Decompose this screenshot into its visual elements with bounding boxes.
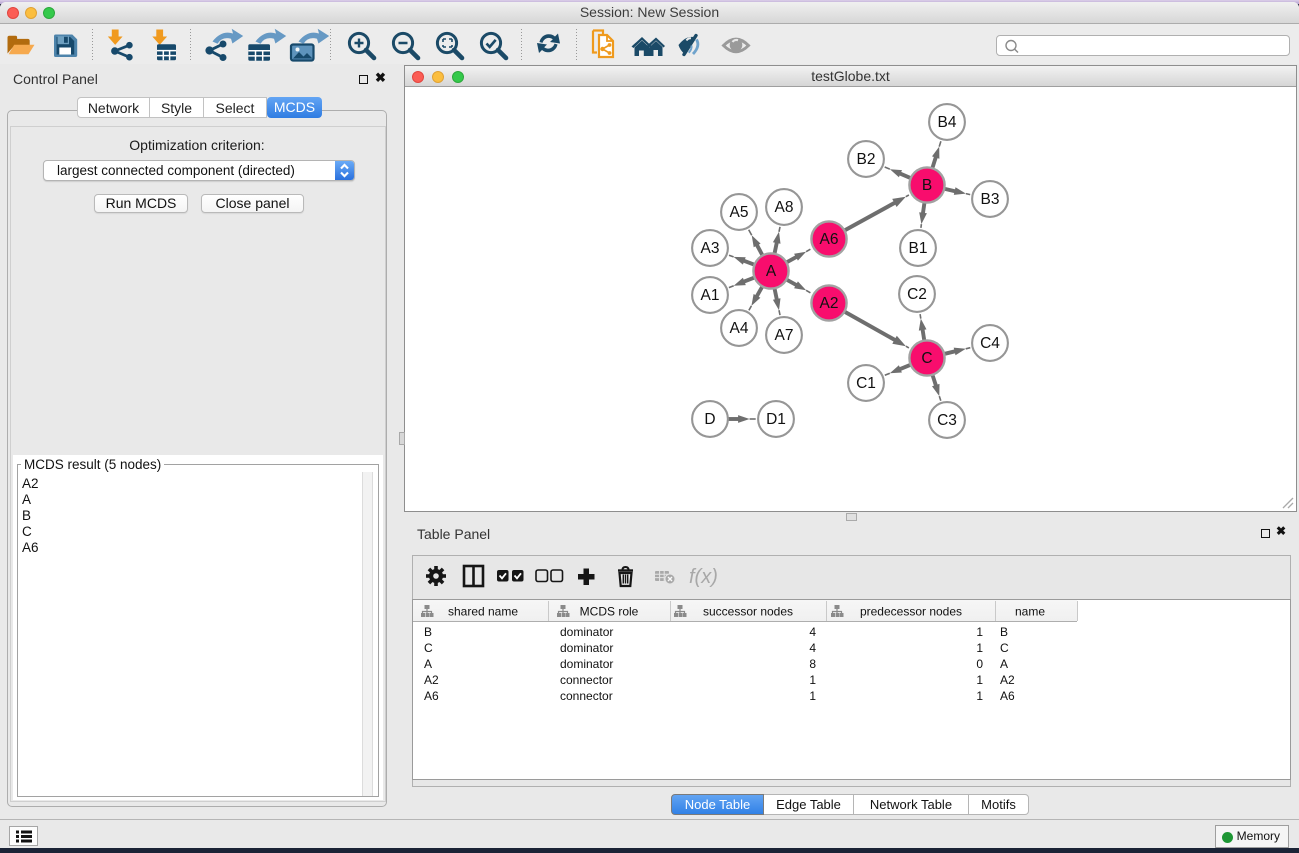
svg-text:A8: A8 xyxy=(775,199,794,216)
svg-text:successor nodes: successor nodes xyxy=(703,605,793,619)
svg-text:C: C xyxy=(921,350,932,367)
svg-text:A4: A4 xyxy=(730,320,749,337)
svg-text:A: A xyxy=(766,263,777,280)
svg-text:D: D xyxy=(704,411,715,428)
svg-text:B4: B4 xyxy=(938,114,957,131)
svg-text:A6: A6 xyxy=(820,231,839,248)
svg-text:B3: B3 xyxy=(981,191,1000,208)
svg-text:C3: C3 xyxy=(937,412,957,429)
svg-text:A7: A7 xyxy=(775,327,794,344)
svg-text:MCDS role: MCDS role xyxy=(580,605,639,619)
svg-text:C1: C1 xyxy=(856,375,876,392)
svg-text:f(x): f(x) xyxy=(689,566,718,588)
svg-text:B1: B1 xyxy=(909,240,928,257)
svg-text:A3: A3 xyxy=(701,240,720,257)
svg-text:shared name: shared name xyxy=(448,605,518,619)
svg-text:B2: B2 xyxy=(857,151,876,168)
svg-text:C2: C2 xyxy=(907,286,927,303)
svg-text:A2: A2 xyxy=(820,295,839,312)
svg-text:predecessor nodes: predecessor nodes xyxy=(860,605,962,619)
svg-text:A1: A1 xyxy=(701,287,720,304)
svg-text:name: name xyxy=(1015,605,1045,619)
svg-text:A5: A5 xyxy=(730,204,749,221)
svg-text:C4: C4 xyxy=(980,335,1000,352)
svg-text:B: B xyxy=(922,177,932,194)
svg-text:D1: D1 xyxy=(766,411,786,428)
